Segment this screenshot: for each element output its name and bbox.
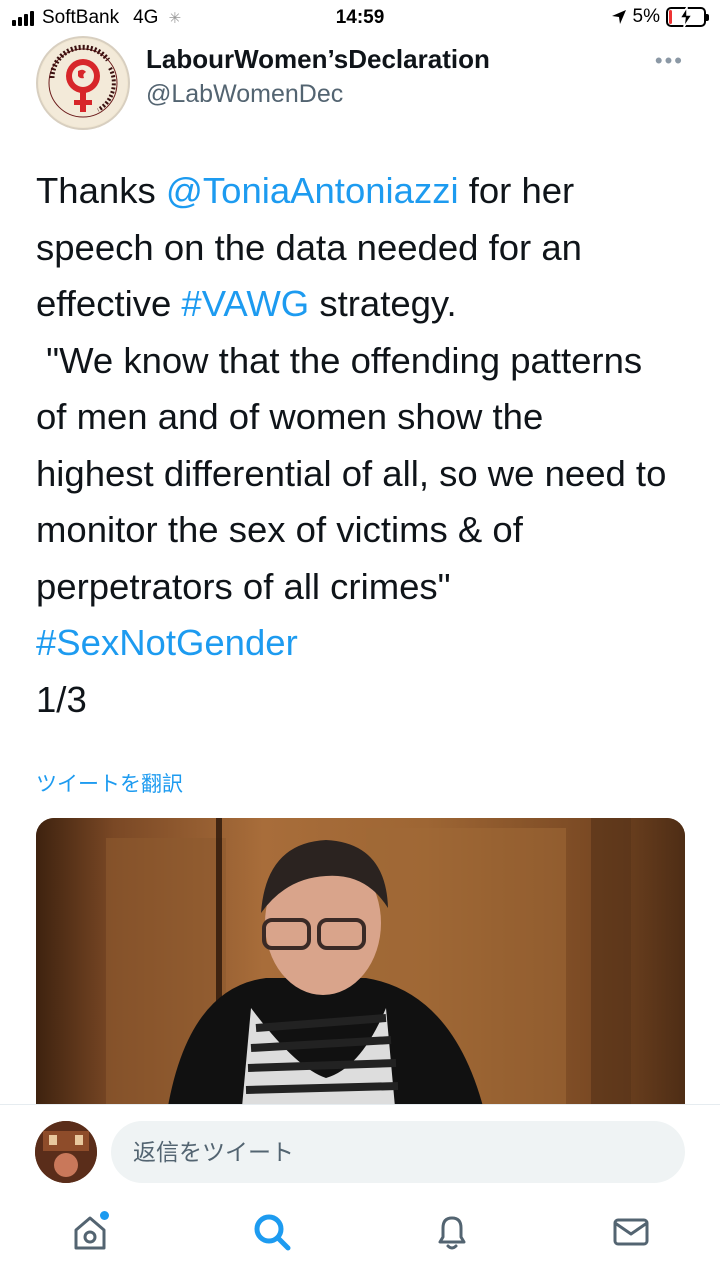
- tweet-text-line: perpetrators of all crimes": [36, 559, 696, 616]
- tweet-text-line: monitor the sex of victims & of: [36, 502, 696, 559]
- search-icon[interactable]: [250, 1210, 294, 1254]
- tweet-text-line: effective #VAWG strategy.: [36, 276, 696, 333]
- hashtag-link[interactable]: #SexNotGender: [36, 622, 298, 663]
- mention-link[interactable]: @ToniaAntoniazzi: [166, 170, 459, 211]
- tweet-text-segment: "We know that the offending patterns: [36, 339, 643, 381]
- tweet-text-segment: 1/3: [36, 678, 87, 720]
- tweet-text-segment: highest differential of all, so we need …: [36, 452, 667, 494]
- tweet-text: Thanks @ToniaAntoniazzi for her speech on…: [36, 163, 696, 728]
- tweet-text-segment: Thanks: [36, 170, 166, 211]
- battery-percent: 5%: [632, 6, 660, 27]
- tweet-text-line: of men and of women show the: [36, 389, 696, 446]
- location-arrow-icon: [611, 10, 626, 24]
- author-name[interactable]: LabourWomen’sDeclaration: [146, 44, 490, 75]
- tweet-text-line: #SexNotGender: [36, 615, 696, 672]
- hashtag-link[interactable]: #VAWG: [181, 283, 309, 324]
- bottom-tab-bar: [0, 1196, 720, 1280]
- tweet-detail-screen: SoftBank 4G ✳ 14:59 5% LabourWomen’sDecl…: [0, 0, 720, 1280]
- tweet-text-segment: effective: [36, 283, 182, 324]
- video-thumbnail-image: [36, 818, 685, 1118]
- tweet-text-segment: for her: [458, 170, 575, 211]
- reply-input[interactable]: 返信をツイート: [111, 1121, 685, 1183]
- more-dots-icon[interactable]: •••: [655, 48, 684, 74]
- user-avatar[interactable]: [35, 1121, 97, 1183]
- tweet-text-line: 1/3: [36, 672, 696, 729]
- home-icon[interactable]: [68, 1210, 112, 1254]
- reply-bar: 返信をツイート: [0, 1104, 720, 1197]
- tweet-text-segment: of men and of women show the: [36, 396, 544, 437]
- status-bar: SoftBank 4G ✳ 14:59 5%: [0, 0, 720, 36]
- tweet-text-segment: monitor the sex of victims & of: [36, 509, 523, 550]
- tweet-text-line: highest differential of all, so we need …: [36, 446, 696, 503]
- tweet-text-line: "We know that the offending patterns: [36, 333, 696, 390]
- tweet-text-segment: strategy.: [309, 283, 457, 324]
- author-avatar[interactable]: [36, 36, 130, 130]
- notifications-bell-icon[interactable]: [430, 1210, 474, 1254]
- messages-envelope-icon[interactable]: [609, 1210, 653, 1254]
- labour-womens-declaration-logo-icon: [39, 39, 127, 127]
- tweet-text-segment: perpetrators of all crimes": [36, 565, 451, 607]
- tweet-media-video[interactable]: [36, 818, 685, 1118]
- author-handle[interactable]: @LabWomenDec: [146, 80, 343, 109]
- tweet-text-line: speech on the data needed for an: [36, 220, 696, 277]
- new-content-dot: [100, 1211, 109, 1220]
- tweet-text-line: Thanks @ToniaAntoniazzi for her: [36, 163, 696, 220]
- tweet-text-segment: speech on the data needed for an: [36, 226, 582, 268]
- battery-charging-icon: [666, 7, 709, 27]
- translate-tweet-link[interactable]: ツイートを翻訳: [36, 768, 183, 798]
